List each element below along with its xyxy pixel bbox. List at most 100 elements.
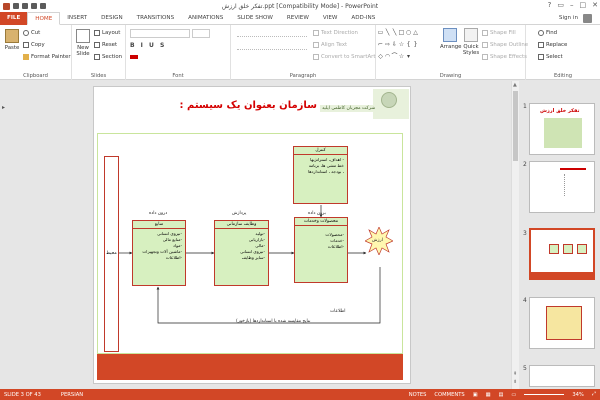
text-box-icon[interactable]: ▭ bbox=[377, 29, 384, 41]
oval-icon[interactable]: ○ bbox=[405, 29, 412, 41]
layout-button[interactable]: Layout bbox=[94, 30, 120, 36]
scrollbar-thumb[interactable] bbox=[513, 91, 518, 161]
section-button[interactable]: Section bbox=[94, 54, 122, 60]
arrow-icon[interactable]: ⇩ bbox=[391, 41, 398, 53]
reading-view-icon[interactable]: ▤ bbox=[499, 392, 504, 398]
callout-icon[interactable]: ◇ bbox=[377, 53, 384, 65]
font-size-select[interactable] bbox=[192, 29, 210, 38]
tab-review[interactable]: REVIEW bbox=[280, 12, 316, 25]
align-text-button[interactable]: Align Text bbox=[313, 42, 347, 48]
format-painter-button[interactable]: Format Painter bbox=[23, 54, 71, 60]
copy-button[interactable]: Copy bbox=[23, 42, 45, 48]
tab-design[interactable]: DESIGN bbox=[94, 12, 130, 25]
slide-counter: SLIDE 3 OF 43 bbox=[4, 391, 41, 398]
ribbon-display-options-button[interactable]: ▭ bbox=[557, 1, 564, 9]
expand-pane-icon[interactable]: ▸ bbox=[2, 104, 5, 111]
reset-button[interactable]: Reset bbox=[94, 42, 117, 48]
brace-icon[interactable]: { bbox=[405, 41, 412, 53]
line-icon[interactable]: ⌐ bbox=[377, 41, 384, 53]
next-slide-icon[interactable]: ⇟ bbox=[513, 379, 517, 385]
comments-button[interactable]: COMMENTS bbox=[434, 392, 464, 398]
arrow-icon[interactable]: ⇨ bbox=[384, 41, 391, 53]
minimize-button[interactable]: – bbox=[570, 1, 574, 9]
maximize-button[interactable]: □ bbox=[580, 1, 587, 9]
line-icon[interactable]: ╲ bbox=[391, 29, 398, 41]
pencil-icon bbox=[482, 42, 488, 48]
slide-footer-bar bbox=[97, 354, 403, 380]
shape-fill-button[interactable]: Shape Fill bbox=[482, 30, 516, 36]
scroll-up-icon[interactable]: ▲ bbox=[513, 82, 517, 88]
slide-thumbnail-3[interactable] bbox=[529, 228, 595, 280]
outputs-box[interactable]: محصولات وخدمات -محصولات -خدمات -اطلاعات bbox=[294, 217, 348, 283]
thumbnail-number: 2 bbox=[523, 161, 527, 168]
tab-animations[interactable]: ANIMATIONS bbox=[181, 12, 230, 25]
normal-view-icon[interactable]: ▣ bbox=[473, 392, 478, 398]
replace-button[interactable]: Replace bbox=[538, 42, 567, 48]
tab-slide-show[interactable]: SLIDE SHOW bbox=[230, 12, 280, 25]
section-label: Section bbox=[102, 54, 123, 60]
inputs-item: -اطلاعات bbox=[165, 255, 182, 260]
inputs-caption: درون داده bbox=[149, 211, 168, 216]
callout-icon[interactable]: ⌒ bbox=[391, 53, 398, 65]
font-family-select[interactable] bbox=[130, 29, 190, 38]
inputs-box[interactable]: منابع -نیروی انسانی -منابع مالی -مواد -م… bbox=[132, 220, 186, 286]
find-button[interactable]: Find bbox=[538, 30, 557, 36]
tab-add-ins[interactable]: ADD-INS bbox=[344, 12, 382, 25]
font-format-buttons[interactable]: B I U S bbox=[130, 42, 166, 49]
arrange-button[interactable]: Arrange bbox=[440, 28, 461, 50]
select-button[interactable]: Select bbox=[538, 54, 563, 60]
close-button[interactable]: ✕ bbox=[592, 1, 598, 9]
search-icon bbox=[538, 30, 544, 36]
slide-thumbnail-2[interactable] bbox=[529, 161, 595, 213]
callout-icon[interactable]: ◠ bbox=[384, 53, 391, 65]
new-slide-button[interactable]: New Slide bbox=[74, 29, 92, 57]
star-icon[interactable]: ☆ bbox=[398, 41, 405, 53]
fit-to-window-icon[interactable]: ⤢ bbox=[592, 391, 596, 398]
tab-insert[interactable]: INSERT bbox=[60, 12, 94, 25]
line-icon[interactable]: ╲ bbox=[384, 29, 391, 41]
shapes-gallery[interactable]: ▭ ╲ ╲ □ ○ △ ⌐ ⇨ ⇩ ☆{} ◇ ◠ ⌒ ☆ ▾ bbox=[377, 29, 419, 65]
avatar[interactable] bbox=[583, 14, 592, 23]
format-painter-label: Format Painter bbox=[31, 54, 71, 60]
brace-icon[interactable]: } bbox=[412, 41, 419, 53]
slideshow-icon[interactable]: ▭ bbox=[511, 392, 516, 398]
language-indicator[interactable]: PERSIAN bbox=[61, 392, 83, 398]
convert-smartart-button[interactable]: Convert to SmartArt bbox=[313, 54, 375, 60]
tab-home[interactable]: HOME bbox=[27, 11, 61, 25]
shape-effects-button[interactable]: Shape Effects bbox=[482, 54, 527, 60]
slide-scrollbar[interactable]: ▲ ⇞ ⇟ bbox=[511, 81, 519, 389]
previous-slide-icon[interactable]: ⇞ bbox=[513, 371, 517, 377]
zoom-level[interactable]: 34% bbox=[572, 392, 584, 398]
rectangle-icon[interactable]: □ bbox=[398, 29, 405, 41]
slide-thumbnail-1[interactable]: تفکر خلق ارزش bbox=[529, 103, 595, 155]
shape-outline-button[interactable]: Shape Outline bbox=[482, 42, 528, 48]
alignment-buttons[interactable] bbox=[237, 43, 307, 50]
slide-canvas[interactable]: شرکت مجربان کاظمی اپلید سازمان بعنوان یک… bbox=[93, 86, 411, 384]
help-button[interactable]: ? bbox=[548, 1, 552, 9]
list-buttons[interactable] bbox=[237, 30, 307, 37]
find-label: Find bbox=[546, 30, 558, 36]
font-color-icon[interactable] bbox=[130, 55, 138, 59]
tab-transitions[interactable]: TRANSITIONS bbox=[130, 12, 182, 25]
more-shapes-icon[interactable]: ▾ bbox=[405, 53, 412, 65]
slide-thumbnail-4[interactable] bbox=[529, 297, 595, 349]
cut-button[interactable]: Cut bbox=[23, 30, 40, 36]
text-direction-button[interactable]: Text Direction bbox=[313, 30, 358, 36]
replace-label: Replace bbox=[546, 42, 568, 48]
slide-thumbnail-5[interactable] bbox=[529, 365, 595, 387]
triangle-icon[interactable]: △ bbox=[412, 29, 419, 41]
tab-file[interactable]: FILE bbox=[0, 11, 28, 25]
shape-outline-label: Shape Outline bbox=[490, 42, 529, 48]
notes-button[interactable]: NOTES bbox=[409, 392, 427, 398]
control-box[interactable]: کنترل - اهداف، استراتژیها خط مشی ها، برن… bbox=[293, 146, 348, 204]
value-label: ارزش bbox=[372, 238, 383, 243]
callout-icon[interactable]: ☆ bbox=[398, 53, 405, 65]
slide-sorter-icon[interactable]: ▦ bbox=[486, 392, 491, 398]
sign-in-link[interactable]: Sign in bbox=[559, 15, 578, 21]
tab-view[interactable]: VIEW bbox=[316, 12, 345, 25]
layout-icon bbox=[94, 30, 100, 36]
quick-styles-button[interactable]: Quick Styles bbox=[460, 28, 482, 56]
zoom-slider[interactable] bbox=[524, 394, 565, 395]
process-box[interactable]: وظایف سازمانی -تولید -بازاریابی -مالی -ن… bbox=[214, 220, 269, 286]
paste-button[interactable]: Paste bbox=[3, 29, 21, 51]
